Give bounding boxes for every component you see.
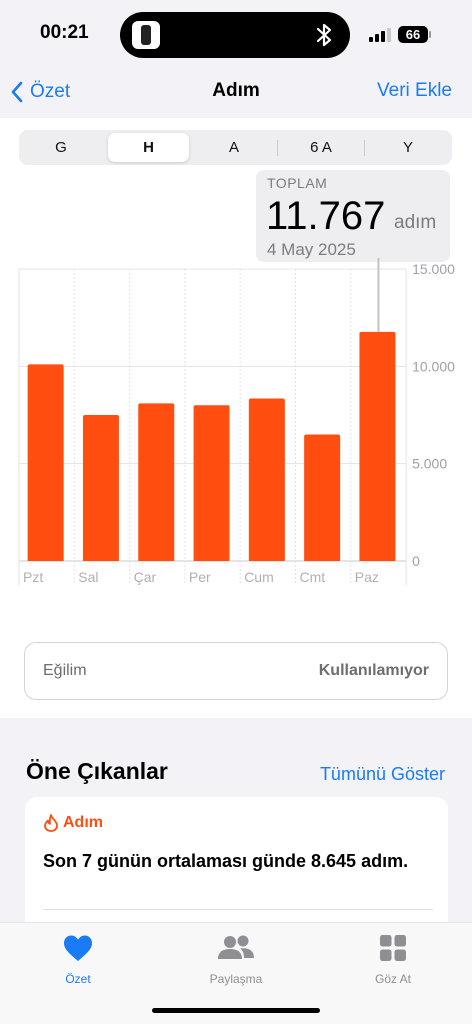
bluetooth-icon — [316, 23, 332, 47]
add-data-button[interactable]: Veri Ekle — [377, 80, 452, 102]
segment-month[interactable]: A — [194, 133, 274, 162]
total-unit: adım — [394, 212, 437, 233]
total-date: 4 May 2025 — [267, 240, 356, 259]
segment-day[interactable]: G — [21, 133, 101, 162]
battery-icon: 66 — [398, 26, 428, 43]
tab-sharing-label: Paylaşma — [209, 972, 263, 986]
bar-paz — [359, 331, 396, 561]
highlight-text: Son 7 günün ortalaması günde 8.645 adım. — [43, 851, 409, 871]
steps-bar-chart[interactable]: 15.000 10.000 5.000 0 Pzt Sal Çar Per Cum Cmt Paz — [0, 258, 472, 608]
chart-card: G H A 6 A Y TOPLAM 11.767 adım 4 May 202… — [0, 118, 472, 718]
x-tick-label: Cum — [244, 569, 274, 585]
tab-sharing[interactable]: Paylaşma — [176, 933, 296, 986]
status-bar: 00:21 66 — [0, 0, 472, 70]
status-time: 00:21 — [40, 22, 89, 43]
y-tick-label: 10.000 — [412, 358, 455, 374]
y-tick-label: 5.000 — [412, 456, 447, 472]
navigation-bar: Özet Adım Veri Ekle — [0, 70, 472, 118]
highlights-title: Öne Çıkanlar — [26, 758, 168, 784]
trend-value: Kullanılamıyor — [318, 662, 429, 679]
segment-year[interactable]: Y — [368, 133, 448, 162]
x-tick-label: Pzt — [23, 569, 43, 585]
bar-çar — [138, 403, 175, 561]
segment-week[interactable]: H — [108, 133, 189, 162]
x-tick-label: Çar — [134, 569, 157, 585]
divider — [43, 909, 433, 910]
period-segmented-control[interactable]: G H A 6 A Y — [19, 130, 452, 165]
x-tick-label: Paz — [355, 569, 379, 585]
segment-six-months[interactable]: 6 A — [281, 133, 361, 162]
trend-row[interactable]: Eğilim Kullanılamıyor — [24, 642, 448, 700]
show-all-link[interactable]: Tümünü Göster — [320, 764, 445, 785]
tab-summary[interactable]: Özet — [18, 933, 138, 986]
people-icon — [218, 935, 254, 959]
home-indicator — [152, 1008, 320, 1013]
dynamic-island[interactable] — [120, 12, 350, 58]
bar-per — [193, 405, 230, 561]
x-tick-label: Per — [189, 569, 211, 585]
bar-pzt — [27, 364, 64, 561]
signal-icon — [369, 28, 391, 42]
total-callout: TOPLAM 11.767 adım 4 May 2025 — [256, 170, 450, 262]
y-tick-label: 0 — [412, 553, 420, 569]
highlight-category: Adım — [43, 814, 103, 832]
bar-cmt — [304, 434, 341, 561]
x-tick-label: Sal — [78, 569, 98, 585]
now-playing-thumbnail — [132, 21, 160, 49]
tab-browse[interactable]: Göz At — [333, 933, 453, 986]
heart-icon — [64, 935, 92, 961]
flame-icon — [44, 814, 58, 832]
x-tick-label: Cmt — [300, 569, 326, 585]
tab-browse-label: Göz At — [374, 972, 412, 986]
bar-sal — [82, 415, 119, 561]
total-label: TOPLAM — [267, 175, 328, 191]
trend-label: Eğilim — [43, 662, 87, 679]
highlight-category-label: Adım — [63, 814, 103, 831]
bar-cum — [248, 398, 285, 561]
grid-icon — [380, 935, 406, 961]
tab-summary-label: Özet — [65, 972, 91, 986]
y-tick-label: 15.000 — [412, 261, 455, 277]
total-value: 11.767 — [266, 194, 386, 238]
